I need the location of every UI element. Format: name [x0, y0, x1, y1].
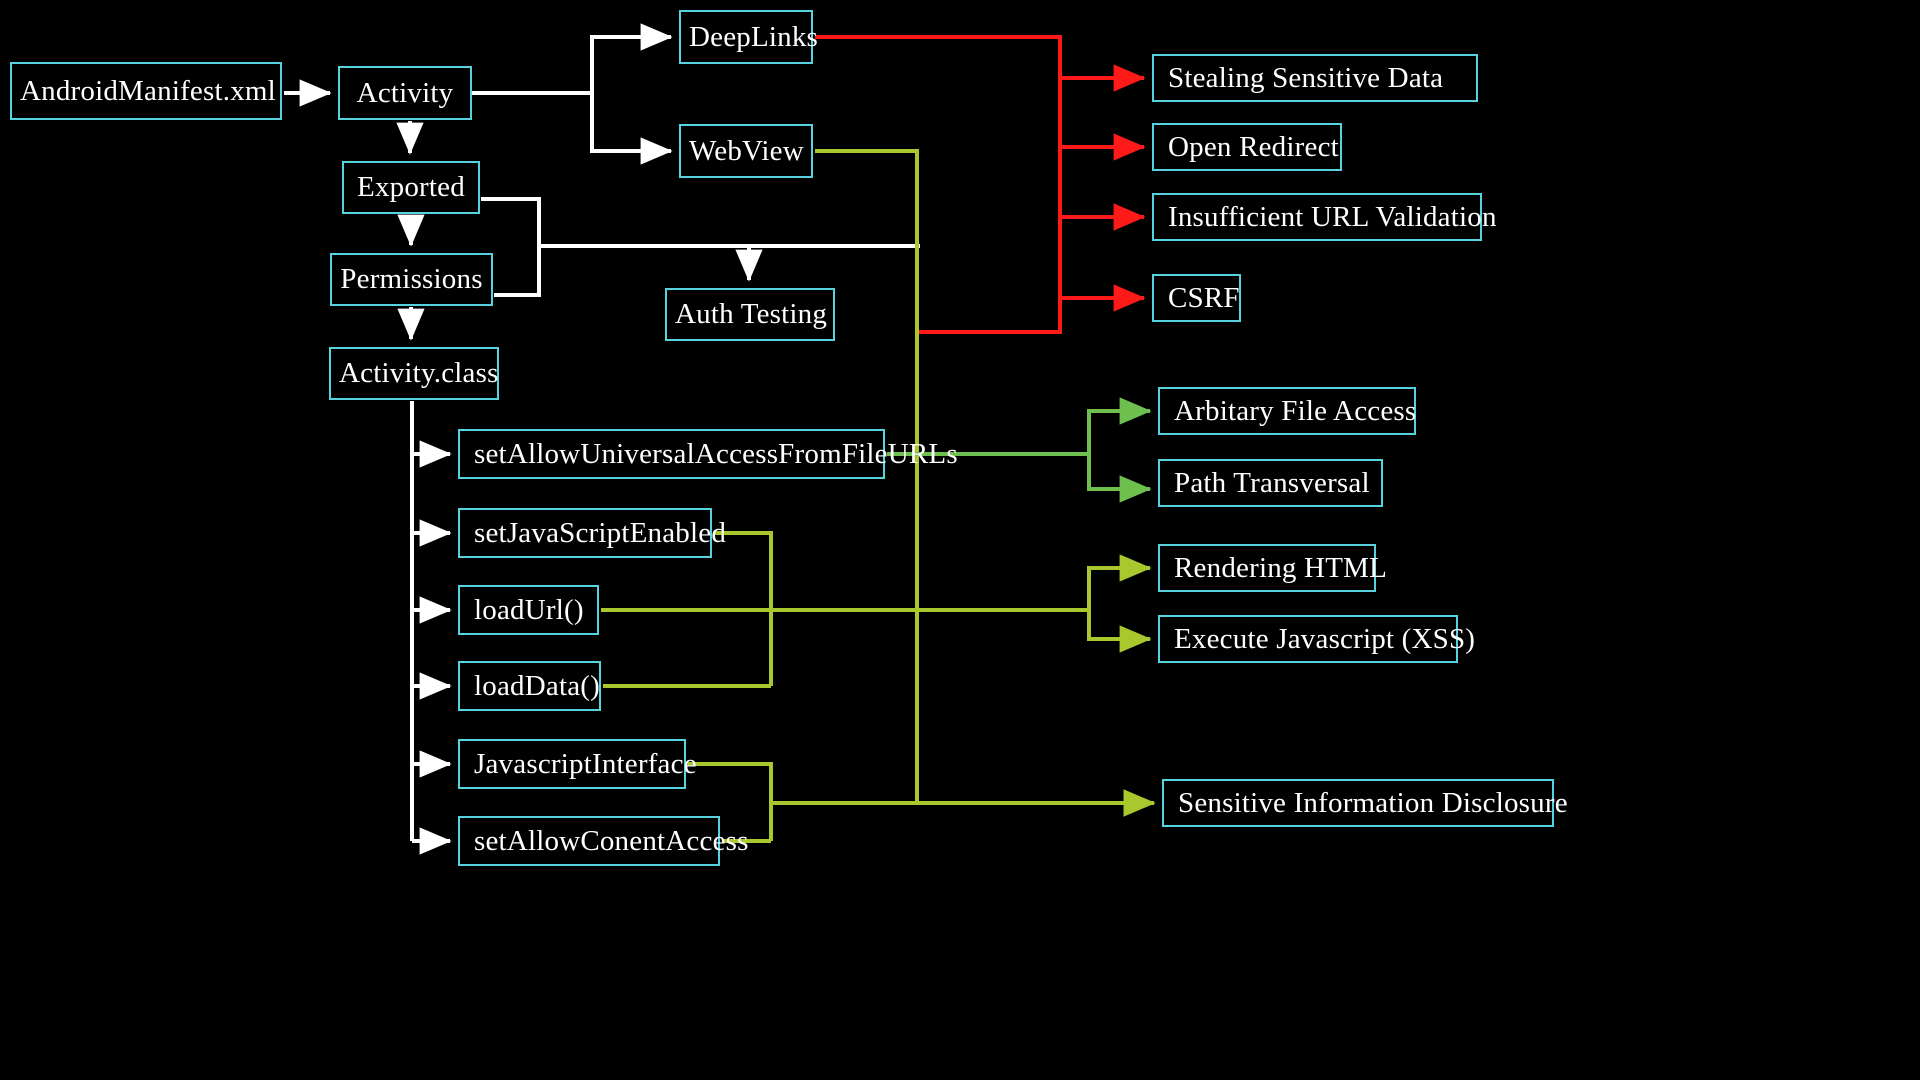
- node-open-redirect[interactable]: Open Redirect: [1152, 123, 1342, 171]
- node-label-execute-javascript-xss: Execute Javascript (XSS): [1174, 622, 1476, 655]
- node-csrf[interactable]: CSRF: [1152, 274, 1241, 322]
- node-label-auth-testing: Auth Testing: [675, 298, 828, 330]
- node-label-open-redirect: Open Redirect: [1168, 130, 1339, 163]
- node-label-webview: WebView: [689, 134, 804, 167]
- node-stealing-sensitive-data[interactable]: Stealing Sensitive Data: [1152, 54, 1478, 102]
- edge-permissions-bus: [494, 246, 541, 297]
- node-label-deeplinks: DeepLinks: [689, 20, 819, 53]
- node-label-activity-class: Activity.class: [339, 357, 499, 389]
- node-label-permissions: Permissions: [340, 263, 483, 295]
- node-activity[interactable]: Activity: [338, 66, 472, 120]
- node-arbitrary-file-access[interactable]: Arbitary File Access: [1158, 387, 1416, 435]
- node-label-javascript-interface: JavascriptInterface: [474, 747, 697, 780]
- node-set-allow-universal-access-from-file-urls[interactable]: setAllowUniversalAccessFromFileURLs: [458, 429, 958, 479]
- node-load-url[interactable]: loadUrl(): [458, 585, 599, 635]
- node-label-set-allow-universal-access-from-file-urls: setAllowUniversalAccessFromFileURLs: [474, 437, 958, 470]
- node-path-transversal[interactable]: Path Transversal: [1158, 459, 1383, 507]
- node-deeplinks[interactable]: DeepLinks: [679, 10, 818, 64]
- node-insufficient-url-validation[interactable]: Insufficient URL Validation: [1152, 193, 1496, 241]
- edge-layer: [284, 23, 1156, 855]
- node-label-rendering-html: Rendering HTML: [1174, 551, 1388, 584]
- edge-setjs-bus: [714, 531, 773, 686]
- node-label-load-data: loadData(): [474, 669, 600, 702]
- node-activity-class[interactable]: Activity.class: [329, 347, 499, 400]
- edge-activity-deeplinks: [590, 23, 673, 93]
- edge-bus-xss: [1087, 610, 1152, 653]
- edge-bus-renderhtml: [1087, 554, 1152, 610]
- node-label-exported: Exported: [357, 171, 465, 203]
- node-load-data[interactable]: loadData(): [458, 661, 601, 711]
- node-label-arbitrary-file-access: Arbitary File Access: [1174, 394, 1417, 427]
- node-rendering-html[interactable]: Rendering HTML: [1158, 544, 1387, 592]
- node-label-sensitive-information-disclosure: Sensitive Information Disclosure: [1178, 786, 1568, 819]
- edge-deeplinks-bus: [815, 35, 1062, 334]
- node-sensitive-information-disclosure[interactable]: Sensitive Information Disclosure: [1162, 779, 1568, 827]
- node-label-set-allow-content-access: setAllowConentAccess: [474, 824, 749, 857]
- node-set-allow-content-access[interactable]: setAllowConentAccess: [458, 816, 748, 866]
- node-webview[interactable]: WebView: [679, 124, 813, 178]
- node-permissions[interactable]: Permissions: [330, 253, 493, 306]
- node-label-insufficient-url-validation: Insufficient URL Validation: [1168, 200, 1497, 233]
- node-android-manifest[interactable]: AndroidManifest.xml: [10, 62, 282, 120]
- node-label-load-url: loadUrl(): [474, 593, 584, 626]
- node-label-path-transversal: Path Transversal: [1174, 466, 1370, 499]
- edge-exported-bus: [481, 197, 541, 246]
- node-execute-javascript-xss[interactable]: Execute Javascript (XSS): [1158, 615, 1475, 663]
- diagram-canvas: AndroidManifest.xml Activity DeepLinks W…: [0, 0, 1920, 1080]
- node-label-android-manifest: AndroidManifest.xml: [20, 74, 276, 107]
- node-exported[interactable]: Exported: [342, 161, 480, 214]
- node-auth-testing[interactable]: Auth Testing: [665, 288, 835, 341]
- node-label-stealing-sensitive-data: Stealing Sensitive Data: [1168, 61, 1444, 94]
- edge-setallowuni-arbitrary: [1087, 397, 1152, 454]
- edge-setallowuni-pathtrav: [1087, 454, 1152, 503]
- edge-activity-webview: [590, 93, 673, 165]
- node-set-javascript-enabled[interactable]: setJavaScriptEnabled: [458, 508, 726, 558]
- node-label-set-javascript-enabled: setJavaScriptEnabled: [474, 516, 727, 549]
- node-label-activity: Activity: [356, 76, 454, 109]
- node-label-csrf: CSRF: [1168, 281, 1240, 314]
- node-javascript-interface[interactable]: JavascriptInterface: [458, 739, 697, 789]
